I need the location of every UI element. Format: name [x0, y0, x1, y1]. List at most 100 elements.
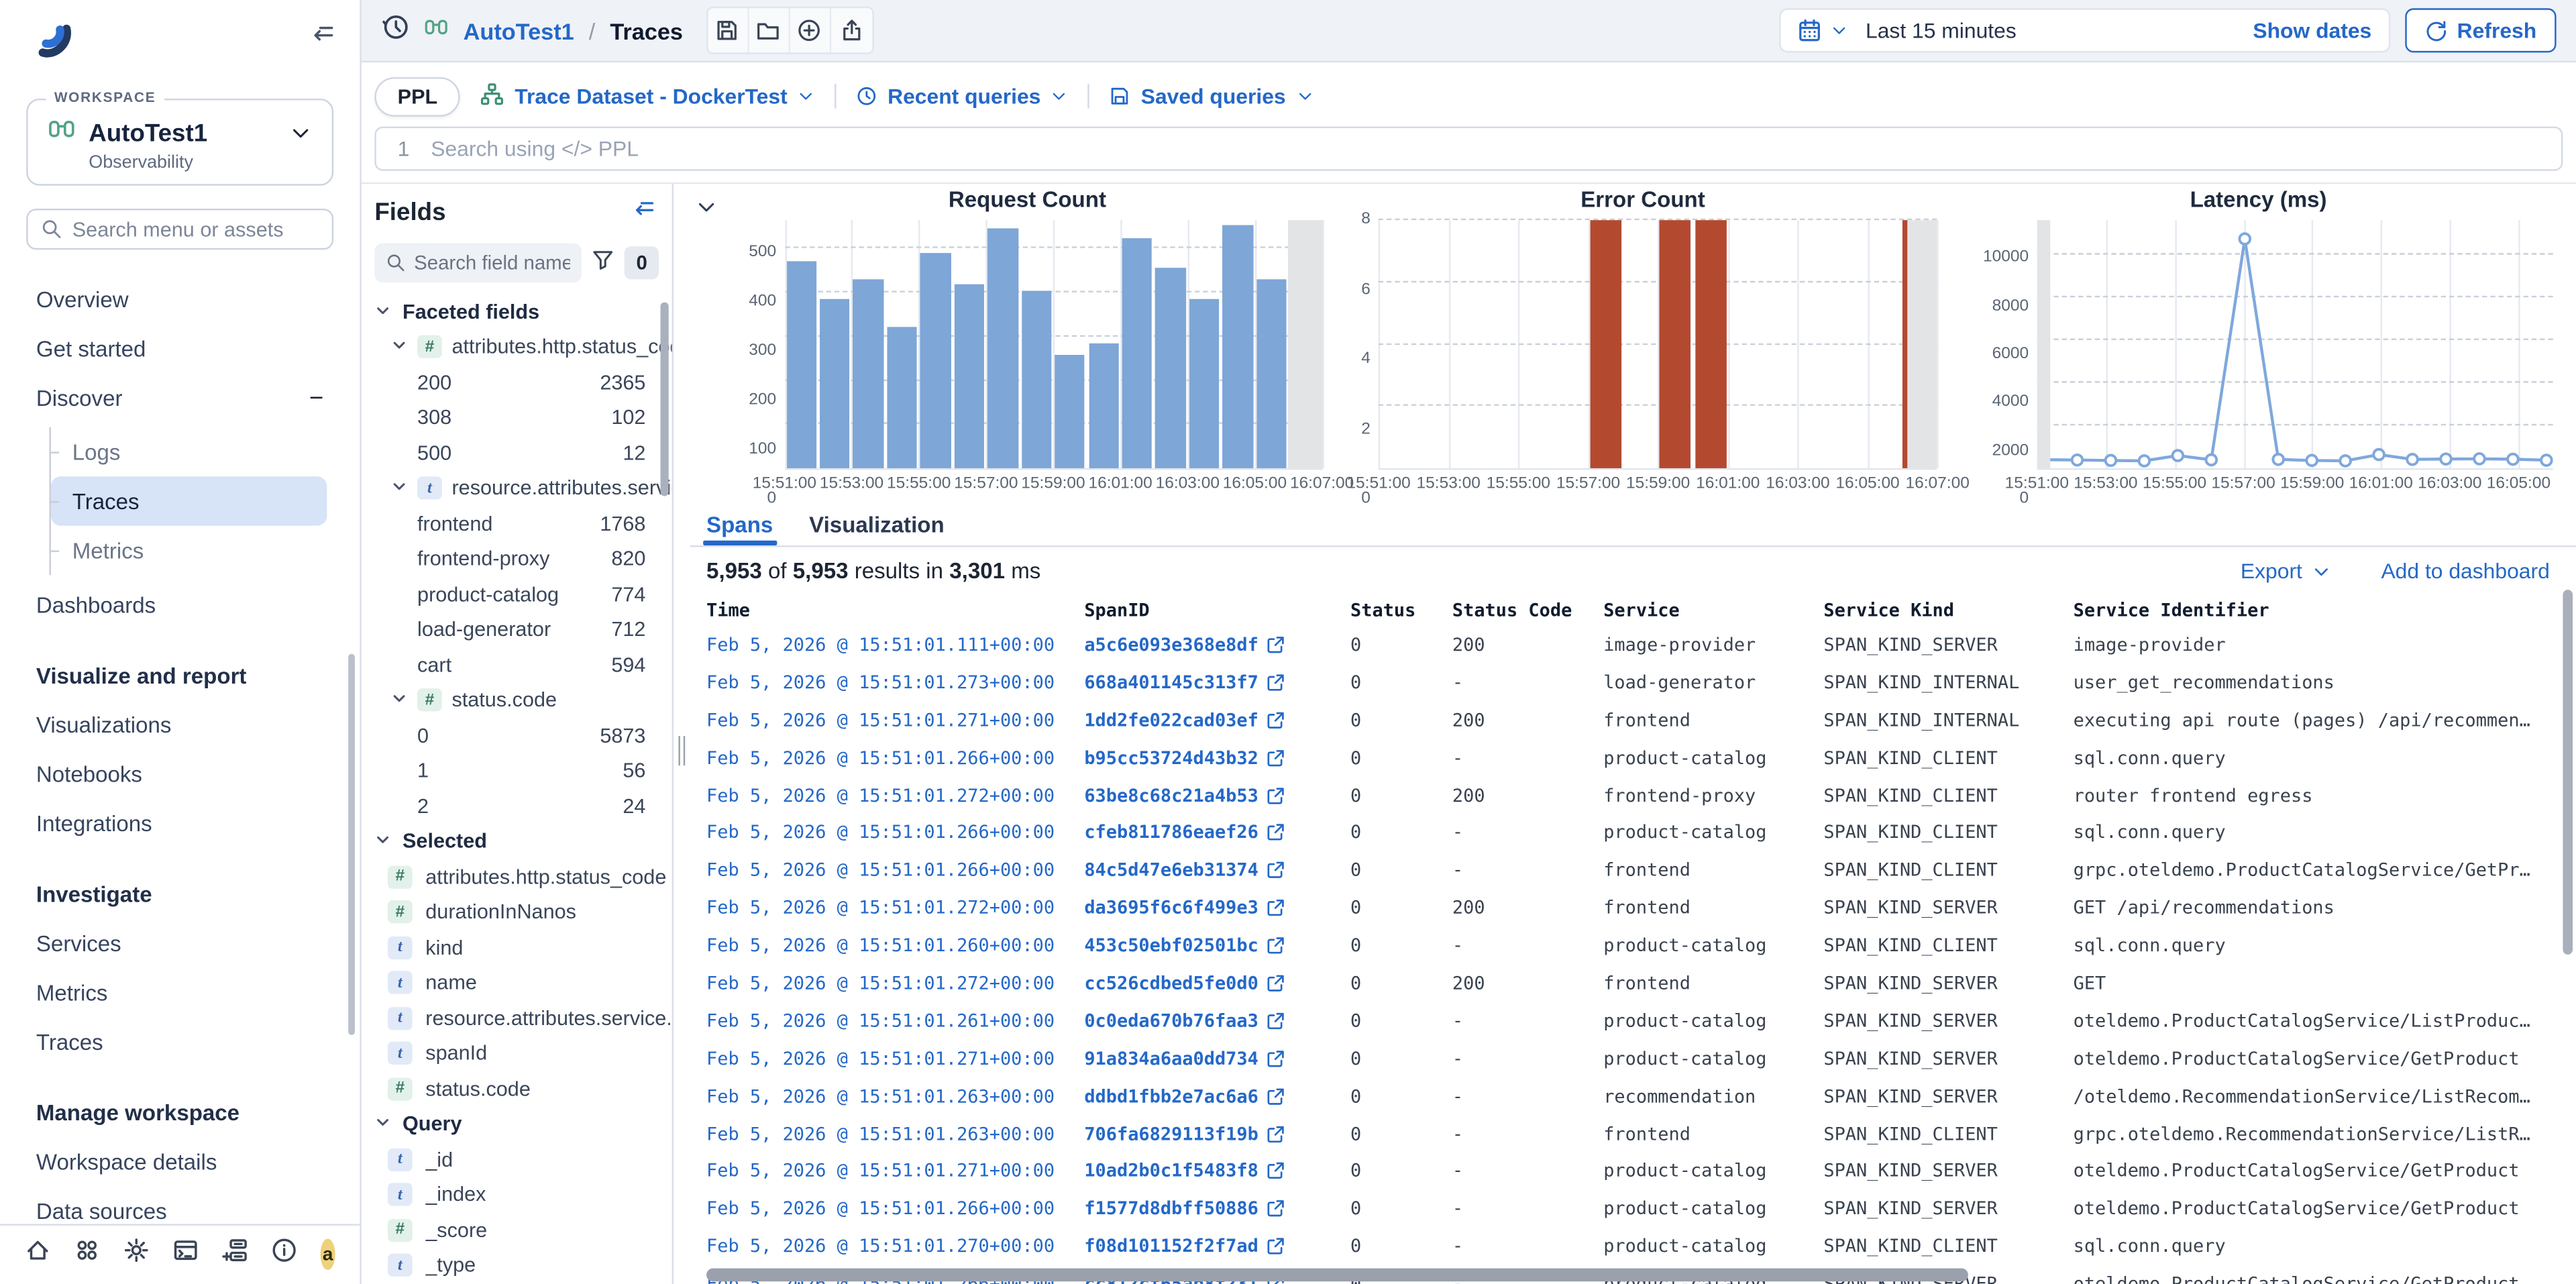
field-group-attributes-http-status-code[interactable]: #attributes.http.status_code: [374, 329, 672, 365]
collapse-sidebar-icon[interactable]: [309, 19, 335, 54]
sidebar-item-traces[interactable]: Traces: [51, 476, 327, 525]
field-row-type[interactable]: t_type: [374, 1248, 672, 1283]
time-cell[interactable]: Feb 5, 2026 @ 15:51:01.260+00:00: [706, 935, 1084, 957]
sidebar-item-metrics[interactable]: Metrics: [51, 526, 327, 575]
facet-value-row[interactable]: frontend1768: [374, 506, 672, 541]
recently-viewed-icon[interactable]: [381, 12, 409, 48]
spanid-cell[interactable]: 453c50ebf02501bc: [1084, 935, 1350, 957]
sidebar-item-metrics[interactable]: Metrics: [36, 967, 360, 1016]
time-cell[interactable]: Feb 5, 2026 @ 15:51:01.263+00:00: [706, 1123, 1084, 1144]
spanid-cell[interactable]: cfeb811786eaef26: [1084, 822, 1350, 843]
spanid-cell[interactable]: cc526cdbed5fe0d0: [1084, 973, 1350, 994]
field-row-score[interactable]: #_score: [374, 1212, 672, 1248]
query-language-button[interactable]: PPL: [374, 76, 460, 116]
time-cell[interactable]: Feb 5, 2026 @ 15:51:01.272+00:00: [706, 784, 1084, 806]
spanid-cell[interactable]: 668a401145c313f7: [1084, 672, 1350, 693]
share-button[interactable]: [830, 8, 871, 52]
spanid-cell[interactable]: 0c0eda670b76faa3: [1084, 1010, 1350, 1032]
sidebar-item-overview[interactable]: Overview: [36, 274, 360, 323]
time-cell[interactable]: Feb 5, 2026 @ 15:51:01.266+00:00: [706, 860, 1084, 881]
field-group-resource-attributes-service-r[interactable]: tresource.attributes.service.r: [374, 471, 672, 506]
time-cell[interactable]: Feb 5, 2026 @ 15:51:01.111+00:00: [706, 634, 1084, 655]
query-editor[interactable]: 1 Search using </> PPL: [374, 127, 2563, 171]
workspace-selector[interactable]: WORKSPACE AutoTest1 Observability: [26, 99, 333, 186]
show-dates-button[interactable]: Show dates: [2253, 18, 2371, 43]
spanid-cell[interactable]: f08d101152f2f7ad: [1084, 1236, 1350, 1257]
info-icon[interactable]: [271, 1237, 297, 1271]
time-cell[interactable]: Feb 5, 2026 @ 15:51:01.261+00:00: [706, 1010, 1084, 1032]
sidebar-search-input[interactable]: [72, 217, 319, 240]
tab-spans[interactable]: Spans: [706, 502, 773, 545]
sidebar-item-notebooks[interactable]: Notebooks: [36, 749, 360, 798]
apps-icon[interactable]: [74, 1237, 100, 1271]
time-cell[interactable]: Feb 5, 2026 @ 15:51:01.270+00:00: [706, 1236, 1084, 1257]
sidebar-item-visualizations[interactable]: Visualizations: [36, 700, 360, 749]
chart-plot[interactable]: [1379, 220, 1937, 470]
add-data-icon[interactable]: [222, 1237, 248, 1271]
facet-value-row[interactable]: product-catalog774: [374, 577, 672, 612]
sidebar-item-get-started[interactable]: Get started: [36, 323, 360, 372]
field-row-spanid[interactable]: tspanId: [374, 1036, 672, 1071]
spanid-cell[interactable]: 1dd2fe022cad03ef: [1084, 709, 1350, 731]
field-search-input[interactable]: [414, 252, 570, 274]
field-filter-icon[interactable]: [592, 248, 614, 279]
column-header-service-kind[interactable]: Service Kind: [1823, 599, 2073, 621]
sidebar-item-integrations[interactable]: Integrations: [36, 798, 360, 847]
chevron-down-icon[interactable]: [391, 477, 407, 500]
spanid-cell[interactable]: 63be8c68c21a4b53: [1084, 784, 1350, 806]
fields-scrollbar[interactable]: [660, 303, 668, 496]
field-row-index[interactable]: t_index: [374, 1177, 672, 1213]
spanid-cell[interactable]: 84c5d47e6eb31374: [1084, 860, 1350, 881]
chevron-down-icon[interactable]: [391, 335, 407, 358]
sidebar-item-discover[interactable]: Discover−: [36, 373, 360, 422]
recent-queries-button[interactable]: Recent queries: [857, 84, 1069, 109]
spanid-cell[interactable]: da3695f6c6f499e3: [1084, 898, 1350, 919]
spanid-cell[interactable]: 91a834a6aa0dd734: [1084, 1048, 1350, 1069]
sidebar-item-data-sources[interactable]: Data sources: [36, 1186, 360, 1223]
chevron-down-icon[interactable]: [391, 689, 407, 712]
facet-value-row[interactable]: 156: [374, 753, 672, 789]
field-group-status-code[interactable]: #status.code: [374, 683, 672, 718]
time-cell[interactable]: Feb 5, 2026 @ 15:51:01.266+00:00: [706, 747, 1084, 768]
time-cell[interactable]: Feb 5, 2026 @ 15:51:01.263+00:00: [706, 1085, 1084, 1107]
avatar[interactable]: a: [321, 1239, 335, 1271]
field-row-attributes-http-status-code[interactable]: #attributes.http.status_code: [374, 859, 672, 895]
sidebar-item-traces[interactable]: Traces: [36, 1017, 360, 1066]
spanid-cell[interactable]: f1577d8dbff50886: [1084, 1198, 1350, 1220]
breadcrumb-workspace[interactable]: AutoTest1: [464, 17, 574, 44]
panel-resize-handle[interactable]: [678, 736, 685, 765]
sidebar-scrollbar[interactable]: [348, 654, 355, 1035]
chevron-down-icon[interactable]: [374, 1113, 390, 1136]
dataset-selector[interactable]: Trace Dataset - DockerTest: [480, 81, 815, 111]
column-header-status[interactable]: Status: [1350, 599, 1452, 621]
spanid-cell[interactable]: b95cc53724d43b32: [1084, 747, 1350, 768]
sidebar-item-logs[interactable]: Logs: [51, 427, 327, 476]
spanid-cell[interactable]: 706fa6829113f19b: [1084, 1123, 1350, 1144]
sidebar-item-dashboards[interactable]: Dashboards: [36, 580, 360, 629]
time-cell[interactable]: Feb 5, 2026 @ 15:51:01.271+00:00: [706, 1161, 1084, 1182]
chevron-down-icon[interactable]: [374, 830, 390, 853]
chart-plot[interactable]: [2037, 220, 2553, 470]
field-row-name[interactable]: tname: [374, 965, 672, 1001]
chevron-down-icon[interactable]: [374, 301, 390, 323]
field-row-id[interactable]: t_id: [374, 1142, 672, 1177]
time-cell[interactable]: Feb 5, 2026 @ 15:51:01.272+00:00: [706, 973, 1084, 994]
facet-value-row[interactable]: frontend-proxy820: [374, 541, 672, 577]
spanid-cell[interactable]: 10ad2b0c1f5483f8: [1084, 1161, 1350, 1182]
field-row-resource-attributes-service-name[interactable]: tresource.attributes.service.name: [374, 1000, 672, 1036]
collapse-group-icon[interactable]: −: [309, 384, 323, 412]
dev-console-icon[interactable]: [172, 1237, 199, 1271]
time-cell[interactable]: Feb 5, 2026 @ 15:51:01.266+00:00: [706, 1198, 1084, 1220]
refresh-button[interactable]: Refresh: [2404, 8, 2556, 52]
facet-value-row[interactable]: 50012: [374, 435, 672, 471]
field-row-kind[interactable]: tkind: [374, 930, 672, 965]
time-cell[interactable]: Feb 5, 2026 @ 15:51:01.271+00:00: [706, 1048, 1084, 1069]
collapse-charts-icon[interactable]: [695, 195, 718, 227]
field-section-faceted-fields[interactable]: Faceted fields: [374, 294, 672, 329]
facet-value-row[interactable]: 2002365: [374, 365, 672, 400]
facet-value-row[interactable]: 05873: [374, 718, 672, 753]
field-search[interactable]: [374, 243, 582, 282]
save-search-button[interactable]: [708, 8, 749, 52]
field-row-status-code[interactable]: #status.code: [374, 1071, 672, 1107]
open-search-button[interactable]: [749, 8, 790, 52]
